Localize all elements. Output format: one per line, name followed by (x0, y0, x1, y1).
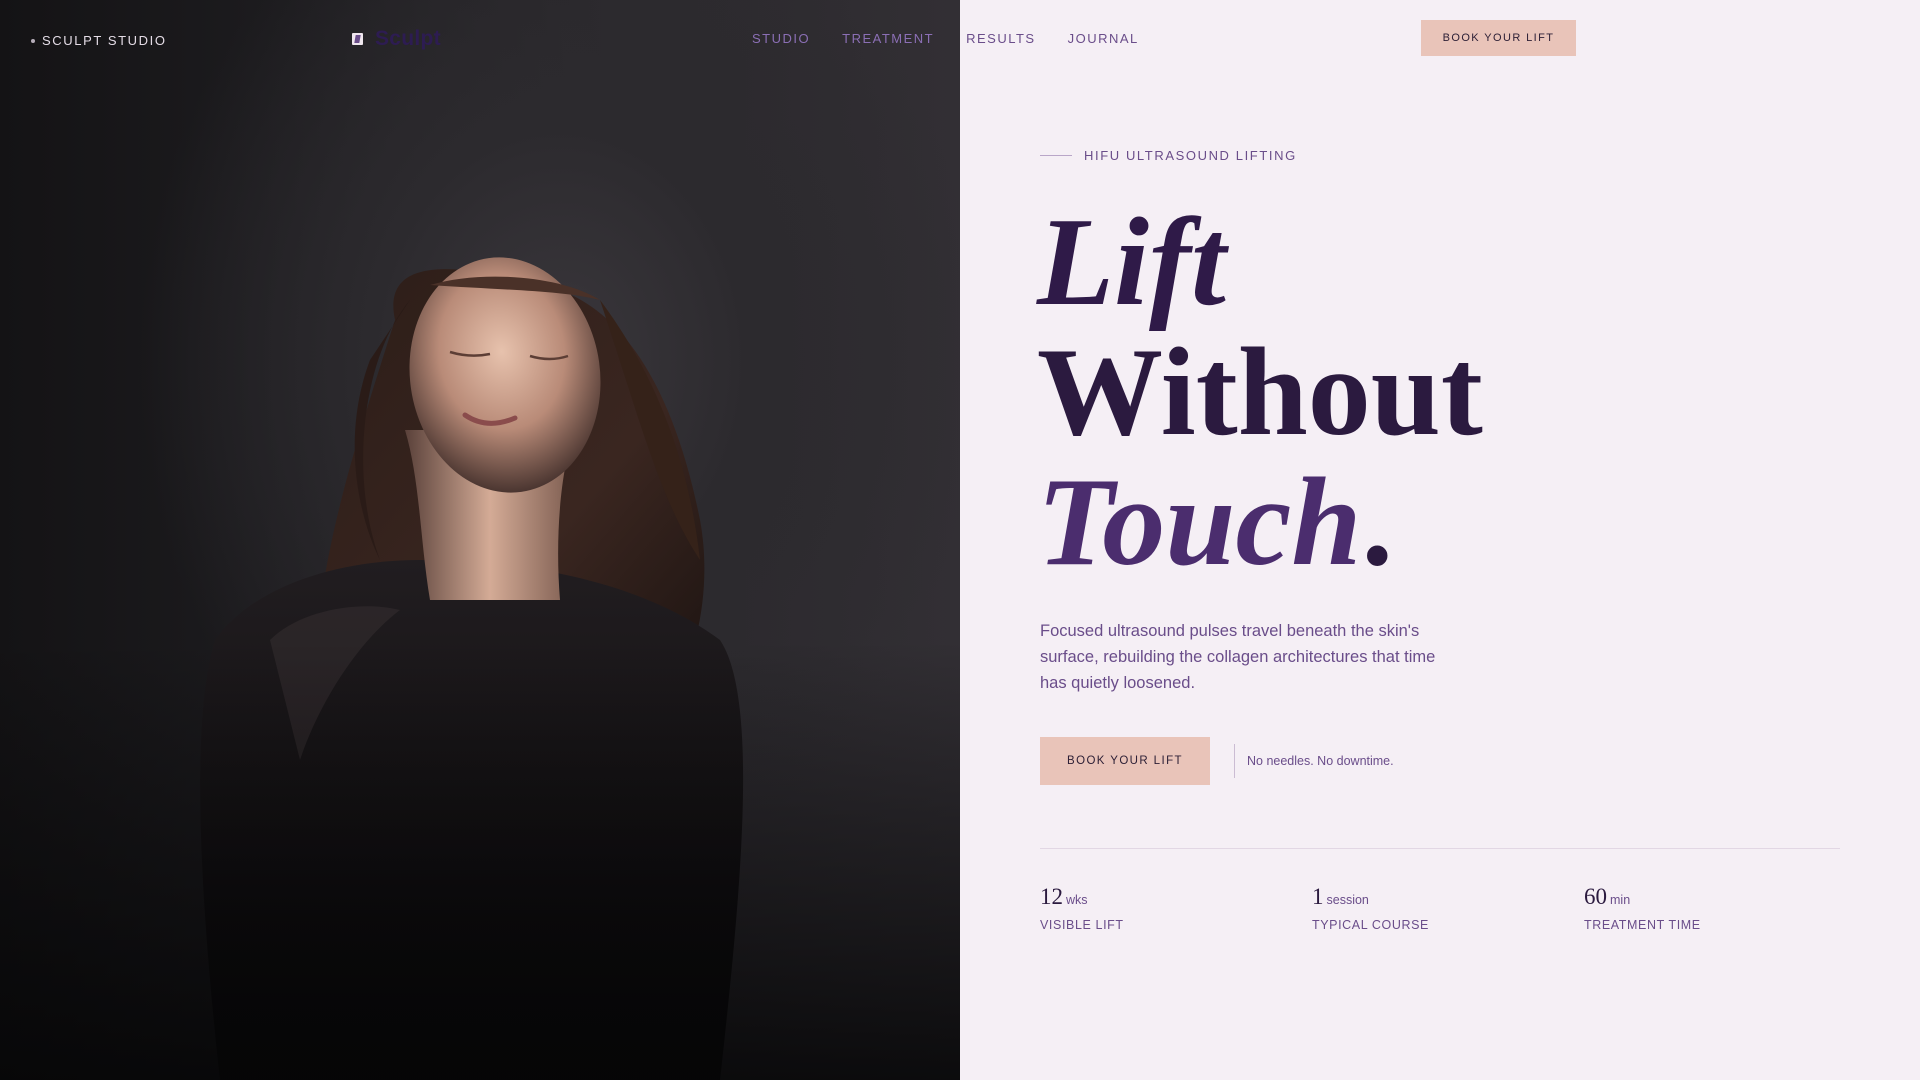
hero-eyebrow: HIFU ULTRASOUND LIFTING (1040, 148, 1297, 163)
studio-brand[interactable]: SCULPT STUDIO (31, 33, 167, 48)
stats-divider (1040, 848, 1840, 849)
book-your-lift-button[interactable]: BOOK YOUR LIFT (1040, 737, 1210, 785)
stat-value: 12 (1040, 884, 1063, 909)
stat-visible-lift: 12 wks VISIBLE LIFT (1040, 884, 1312, 932)
nav-item-treatment[interactable]: TREATMENT (842, 31, 934, 46)
nav-item-results[interactable]: RESULTS (966, 31, 1036, 46)
photo-floor-shadow (0, 640, 960, 1080)
stat-label: TREATMENT TIME (1584, 918, 1701, 932)
stat-typical-course: 1 session TYPICAL COURSE (1312, 884, 1584, 932)
nav-item-studio[interactable]: STUDIO (752, 31, 810, 46)
headline-line-1: Lift (1037, 193, 1226, 332)
headline-line-2: Without (1037, 323, 1483, 462)
eyebrow-text: HIFU ULTRASOUND LIFTING (1084, 148, 1297, 163)
stat-label: TYPICAL COURSE (1312, 918, 1429, 932)
stat-unit: session (1326, 893, 1369, 907)
stat-value: 60 (1584, 884, 1607, 909)
nav-item-journal[interactable]: JOURNAL (1068, 31, 1139, 46)
hero-headline: Lift Without Touch. (1037, 198, 1483, 588)
hero-lead-text: Focused ultrasound pulses travel beneath… (1040, 622, 1436, 692)
logo[interactable]: Sculpt (352, 27, 441, 51)
stat-value: 1 (1312, 884, 1324, 909)
hero-photo (0, 0, 960, 1080)
eyebrow-rule (1040, 155, 1072, 156)
stat-unit: min (1610, 893, 1631, 907)
bullet-dot-icon (31, 38, 35, 43)
main-nav: STUDIO TREATMENT RESULTS JOURNAL (752, 31, 1139, 46)
studio-name: SCULPT STUDIO (42, 33, 167, 48)
cta-note: No needles. No downtime. (1247, 754, 1394, 768)
headline-period: . (1361, 453, 1393, 592)
book-your-lift-nav-button[interactable]: BOOK YOUR LIFT (1421, 20, 1576, 56)
hero-cta-row: BOOK YOUR LIFT No needles. No downtime. (1040, 737, 1394, 785)
logo-mark-icon (352, 33, 363, 45)
logo-name: Sculpt (375, 27, 441, 50)
cta-divider (1234, 744, 1235, 778)
headline-line-3: Touch. (1037, 458, 1483, 588)
stat-unit: wks (1066, 893, 1088, 907)
stat-label: VISIBLE LIFT (1040, 918, 1124, 932)
stats-row: 12 wks VISIBLE LIFT 1 session TYPICAL COUR… (1040, 884, 1860, 932)
stat-treatment-time: 60 min TREATMENT TIME (1584, 884, 1856, 932)
headline-line-3-word: Touch (1037, 453, 1362, 592)
